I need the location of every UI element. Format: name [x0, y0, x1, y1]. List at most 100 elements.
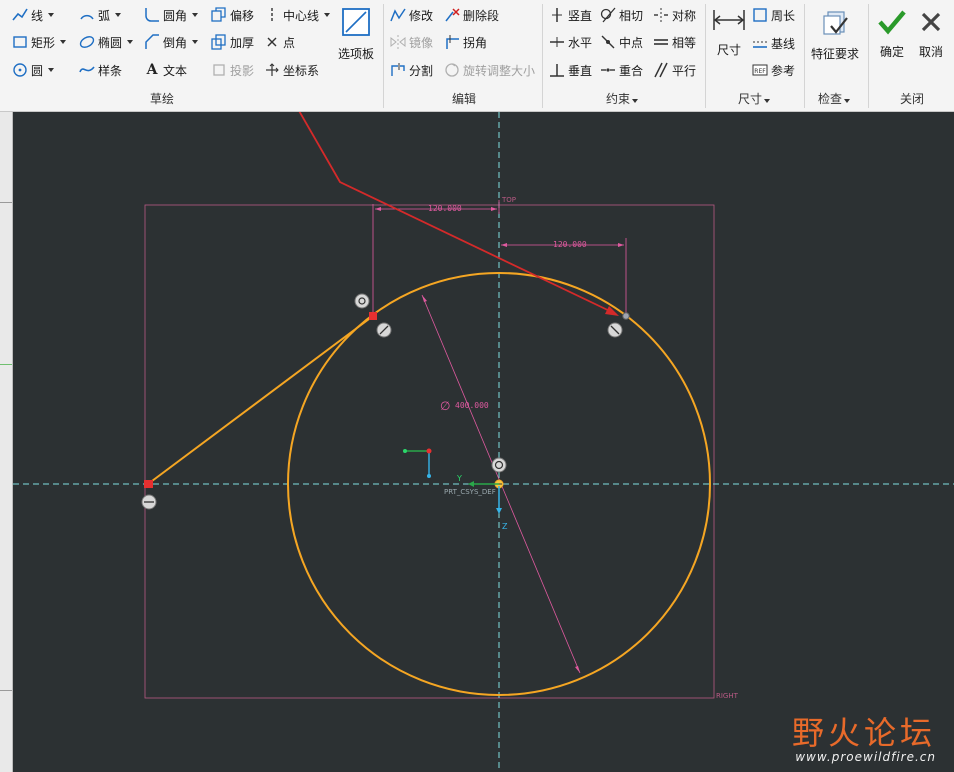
horizontal-label: 水平	[568, 35, 593, 50]
line-label: 线	[31, 8, 44, 23]
feature-requirements-icon	[819, 6, 851, 41]
thicken-button[interactable]: 加厚	[211, 31, 254, 53]
symmetric-button[interactable]: 对称	[653, 4, 696, 26]
feature-requirements-label: 特征要求	[811, 47, 860, 61]
corner-button[interactable]: 拐角	[444, 31, 487, 53]
text-label: 文本	[163, 63, 188, 78]
dimension-button[interactable]: 尺寸	[712, 6, 746, 58]
baseline-button[interactable]: 基线	[752, 32, 795, 54]
line-button[interactable]: 线	[12, 4, 55, 26]
baseline-icon	[752, 35, 768, 51]
rectangle-icon	[12, 34, 28, 50]
project-icon	[211, 62, 227, 78]
coordsys-button[interactable]: 坐标系	[264, 59, 319, 81]
tangent-button[interactable]: 相切	[600, 4, 643, 26]
plane-top-label: TOP	[501, 196, 516, 204]
constrain-group-label[interactable]: 约束	[606, 90, 639, 107]
dimension-top[interactable]: 120.000	[372, 200, 500, 316]
tangent-icon	[600, 7, 616, 23]
palette-button[interactable]: 选项板	[338, 6, 374, 62]
perimeter-button[interactable]: 周长	[752, 4, 795, 26]
parallel-button[interactable]: 平行	[653, 59, 696, 81]
chamfer-button[interactable]: 倒角	[144, 31, 199, 53]
coordinate-system-icon	[264, 62, 280, 78]
dimension-group-label[interactable]: 尺寸	[738, 90, 771, 107]
coincident-constraint-icon[interactable]	[491, 457, 507, 473]
edit-group-label: 编辑	[452, 92, 477, 106]
text-button[interactable]: A 文本	[144, 59, 187, 81]
divide-button[interactable]: 分割	[390, 59, 433, 81]
baseline-label: 基线	[771, 36, 796, 51]
watermark-title: 野火论坛	[791, 714, 936, 752]
mirror-button[interactable]: 镜像	[390, 31, 433, 53]
spline-button[interactable]: 样条	[79, 59, 122, 81]
point-on-entity-constraint-icon-right[interactable]	[607, 322, 623, 338]
equal-label: 相等	[672, 35, 697, 50]
project-button[interactable]: 投影	[211, 59, 254, 81]
point-on-centerline-constraint-icon[interactable]	[141, 494, 157, 510]
cancel-button[interactable]: 取消	[917, 8, 945, 60]
reference-label: 参考	[771, 63, 796, 78]
ok-label: 确定	[879, 45, 904, 59]
arc-button[interactable]: 弧	[79, 4, 122, 26]
project-label: 投影	[230, 63, 255, 78]
offset-icon	[211, 7, 227, 23]
feature-requirements-button[interactable]: 特征要求	[811, 6, 859, 62]
line-endpoint-left[interactable]	[144, 480, 153, 488]
ellipse-button[interactable]: 椭圆	[79, 31, 134, 53]
circle-button[interactable]: 圆	[12, 59, 55, 81]
rectangle-button[interactable]: 矩形	[12, 31, 67, 53]
csys-label: PRT_CSYS_DEF	[444, 488, 496, 496]
offset-label: 偏移	[230, 8, 255, 23]
horizontal-button[interactable]: 水平	[549, 31, 592, 53]
tangent-point[interactable]	[369, 312, 377, 320]
mirror-label: 镜像	[409, 35, 434, 50]
sketch-canvas[interactable]: TOP RIGHT 120.000 120.000 ∅ 400.000 Y Z …	[13, 112, 954, 772]
chamfer-icon	[144, 34, 160, 50]
point-icon	[264, 34, 280, 50]
text-icon: A	[146, 62, 158, 78]
centerline-label: 中心线	[283, 8, 320, 23]
circle-icon	[12, 62, 28, 78]
tangent-constraint-icon[interactable]	[354, 293, 370, 309]
perpendicular-button[interactable]: 垂直	[549, 59, 592, 81]
delete-segment-button[interactable]: 删除段	[444, 4, 499, 26]
dimension-label: 尺寸	[716, 43, 741, 57]
rectangle-label: 矩形	[31, 35, 56, 50]
modify-button[interactable]: 修改	[390, 4, 433, 26]
csys-y-label: Y	[456, 474, 462, 483]
thicken-icon	[211, 34, 227, 50]
equal-button[interactable]: 相等	[653, 31, 696, 53]
inspect-group: 特征要求 检查	[805, 0, 868, 111]
ok-button[interactable]: 确定	[877, 8, 907, 60]
point-on-entity-constraint-icon[interactable]	[376, 322, 392, 338]
diameter-symbol: ∅	[440, 399, 450, 413]
constrain-group: 竖直 水平 垂直 相切 中点 重合 对称 相等 平行 约束	[543, 0, 705, 111]
midpoint-button[interactable]: 中点	[600, 31, 643, 53]
symmetric-label: 对称	[672, 8, 697, 23]
ellipse-label: 椭圆	[98, 35, 123, 50]
modify-label: 修改	[409, 8, 434, 23]
inspect-group-label[interactable]: 检查	[818, 90, 851, 107]
fillet-label: 圆角	[163, 8, 188, 23]
rotate-resize-button[interactable]: 旋转调整大小	[444, 59, 535, 81]
close-icon	[917, 8, 945, 39]
delete-segment-label: 删除段	[463, 8, 500, 23]
fillet-button[interactable]: 圆角	[144, 4, 199, 26]
model-tree-collapsed-strip[interactable]	[0, 112, 13, 772]
offset-button[interactable]: 偏移	[211, 4, 254, 26]
horizontal-icon	[549, 34, 565, 50]
sketch-tangent-line[interactable]	[147, 315, 374, 485]
arc-icon	[79, 7, 95, 23]
edit-group: 修改 镜像 分割 删除段 拐角 旋转调整大小 编辑	[384, 0, 542, 111]
coincident-button[interactable]: 重合	[600, 59, 643, 81]
circle-point-right[interactable]	[622, 312, 630, 320]
dimension-right[interactable]: 120.000	[501, 238, 627, 316]
vertical-button[interactable]: 竖直	[549, 4, 592, 26]
parallel-icon	[653, 62, 669, 78]
midpoint-label: 中点	[619, 35, 644, 50]
centerline-button[interactable]: 中心线	[264, 4, 331, 26]
point-button[interactable]: 点	[264, 31, 295, 53]
thicken-label: 加厚	[230, 35, 255, 50]
reference-button[interactable]: REF 参考	[752, 59, 795, 81]
